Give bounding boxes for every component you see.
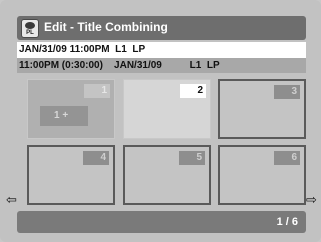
title-info-text: JAN/31/09 11:00PM L1 LP — [19, 44, 146, 55]
thumbnail-3[interactable]: 3 — [218, 79, 306, 139]
thumbnail-number: 5 — [179, 151, 205, 165]
playlist-icon: PL — [21, 19, 39, 38]
thumbnail-number: 1 — [84, 84, 110, 98]
thumbnail-6[interactable]: 6 — [218, 145, 306, 205]
thumbnail-number: 2 — [180, 84, 206, 98]
chapter-info-row: 11:00PM (0:30:00) JAN/31/09 L1 LP — [17, 58, 306, 73]
right-arrow-icon[interactable]: ⇨ — [306, 193, 317, 206]
menu-window: PL Edit - Title Combining JAN/31/09 11:0… — [0, 0, 321, 242]
thumbnail-number: 3 — [274, 85, 300, 99]
title-info-row: JAN/31/09 11:00PM L1 LP — [17, 42, 306, 58]
title-bar: PL Edit - Title Combining — [17, 16, 306, 40]
left-arrow-icon[interactable]: ⇦ — [6, 193, 17, 206]
page-title: Edit - Title Combining — [44, 20, 168, 34]
thumbnail-1[interactable]: 1 1 + — [27, 79, 115, 139]
thumbnail-5[interactable]: 5 — [123, 145, 211, 205]
thumbnail-2[interactable]: 2 — [123, 79, 211, 139]
chapter-info-text: 11:00PM (0:30:00) JAN/31/09 L1 LP — [19, 60, 220, 71]
footer-bar: 1 / 6 — [17, 211, 306, 233]
page-indicator: 1 / 6 — [276, 216, 298, 228]
selected-marker: 1 + — [40, 106, 88, 126]
thumbnail-4[interactable]: 4 — [27, 145, 115, 205]
thumbnail-number: 4 — [83, 151, 109, 165]
thumbnail-number: 6 — [274, 151, 300, 165]
